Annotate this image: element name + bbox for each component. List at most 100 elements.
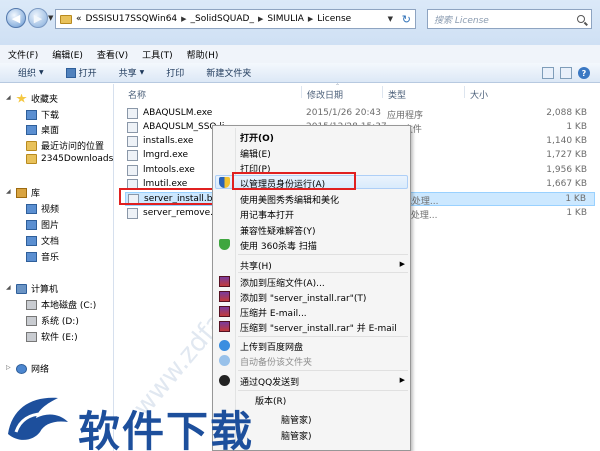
file-name: lmgrd.exe bbox=[143, 150, 189, 160]
drive-icon bbox=[26, 315, 37, 326]
nav-drive-d[interactable]: 系统 (D:) bbox=[26, 314, 79, 327]
nav-network[interactable]: 网络 bbox=[16, 362, 49, 375]
network-icon bbox=[16, 363, 27, 374]
submenu-arrow-icon: ▶ bbox=[399, 376, 405, 384]
address-bar[interactable]: « DSSISU17SSQWin64 ▶ _SolidSQUAD_ ▶ SIMU… bbox=[55, 9, 416, 29]
menu-housekeeper-2[interactable]: 脑管家) bbox=[281, 429, 312, 442]
expand-arrow-icon[interactable]: ◢ bbox=[6, 188, 11, 195]
nav-label: 库 bbox=[31, 189, 41, 199]
breadcrumb-item[interactable]: License bbox=[317, 14, 351, 24]
column-separator[interactable] bbox=[382, 86, 383, 98]
menu-upload-baidu[interactable]: 上传到百度网盘 bbox=[240, 340, 303, 353]
menu-edit[interactable]: 编辑(E) bbox=[240, 147, 271, 160]
help-icon[interactable]: ? bbox=[578, 67, 590, 79]
file-row[interactable]: ABAQUSLM.exe 2015/1/26 20:43 应用程序 2,088 … bbox=[125, 107, 595, 121]
open-button[interactable]: 打开 bbox=[65, 66, 97, 79]
music-library-icon bbox=[26, 251, 37, 262]
menu-tools[interactable]: 工具(T) bbox=[142, 48, 173, 61]
nav-videos[interactable]: 视频 bbox=[26, 202, 59, 215]
nav-recent[interactable]: 最近访问的位置 bbox=[26, 139, 104, 152]
menu-open[interactable]: 打开(O) bbox=[240, 131, 274, 144]
expand-arrow-icon[interactable]: ▷ bbox=[6, 364, 11, 371]
menu-auto-backup[interactable]: 自动备份该文件夹 bbox=[240, 355, 312, 368]
menu-qq-send[interactable]: 通过QQ发送到 bbox=[240, 375, 299, 388]
nav-label: 软件 (E:) bbox=[41, 333, 78, 343]
history-dropdown-icon[interactable]: ▼ bbox=[48, 14, 53, 22]
menu-separator bbox=[238, 254, 408, 255]
menu-edit[interactable]: 编辑(E) bbox=[52, 48, 83, 61]
nav-2345downloads[interactable]: 2345Downloads bbox=[26, 154, 113, 164]
nav-drive-e[interactable]: 软件 (E:) bbox=[26, 330, 78, 343]
nav-drive-c[interactable]: 本地磁盘 (C:) bbox=[26, 298, 96, 311]
nav-label: 最近访问的位置 bbox=[41, 142, 105, 152]
file-size: 1,667 KB bbox=[546, 179, 587, 189]
menu-bar: 文件(F) 编辑(E) 查看(V) 工具(T) 帮助(H) bbox=[0, 45, 600, 63]
search-input[interactable]: 搜索 License bbox=[427, 9, 592, 29]
menu-add-archive[interactable]: 添加到压缩文件(A)... bbox=[240, 276, 325, 289]
caret-down-icon: ▼ bbox=[139, 69, 145, 76]
view-options-icon[interactable] bbox=[542, 67, 554, 79]
column-separator[interactable] bbox=[301, 86, 302, 98]
picture-library-icon bbox=[26, 219, 37, 230]
nav-label: 系统 (D:) bbox=[41, 317, 79, 327]
download-folder-icon bbox=[26, 109, 37, 120]
menu-share[interactable]: 共享(H) bbox=[240, 259, 272, 272]
recent-places-icon bbox=[26, 140, 37, 151]
menu-scan-360[interactable]: 使用 360杀毒 扫描 bbox=[240, 239, 317, 252]
nav-computer[interactable]: 计算机 bbox=[16, 282, 58, 295]
menu-notepad[interactable]: 用记事本打开 bbox=[240, 208, 294, 221]
menu-meitu[interactable]: 使用美图秀秀编辑和美化 bbox=[240, 193, 339, 206]
address-dropdown-icon[interactable]: ▼ bbox=[388, 15, 393, 23]
file-size: 1,956 KB bbox=[546, 165, 587, 175]
nav-documents[interactable]: 文档 bbox=[26, 234, 59, 247]
share-button[interactable]: 共享 ▼ bbox=[119, 66, 145, 79]
breadcrumb-item[interactable]: DSSISU17SSQWin64 bbox=[86, 14, 178, 24]
open-label: 打开 bbox=[78, 69, 97, 79]
refresh-icon[interactable]: ↻ bbox=[402, 13, 411, 26]
nav-label: 下载 bbox=[41, 111, 60, 121]
menu-compress-email[interactable]: 压缩并 E-mail... bbox=[240, 306, 307, 319]
column-header-name[interactable]: 名称 bbox=[128, 88, 146, 101]
column-separator[interactable] bbox=[464, 86, 465, 98]
nav-music[interactable]: 音乐 bbox=[26, 250, 59, 263]
column-header-size[interactable]: 大小 bbox=[470, 88, 488, 101]
nav-pictures[interactable]: 图片 bbox=[26, 218, 59, 231]
nav-label: 计算机 bbox=[31, 285, 59, 295]
organize-button[interactable]: 组织 ▼ bbox=[18, 66, 44, 79]
menu-file[interactable]: 文件(F) bbox=[8, 48, 38, 61]
star-icon bbox=[16, 93, 27, 103]
nav-favorites[interactable]: 收藏夹 bbox=[16, 92, 58, 105]
menu-version[interactable]: 版本(R) bbox=[255, 394, 286, 407]
nav-downloads[interactable]: 下载 bbox=[26, 108, 59, 121]
menu-help[interactable]: 帮助(H) bbox=[187, 48, 219, 61]
preview-pane-icon[interactable] bbox=[560, 67, 572, 79]
back-button[interactable]: ◀ bbox=[6, 8, 26, 28]
menu-housekeeper-1[interactable]: 脑管家) bbox=[281, 413, 312, 426]
print-button[interactable]: 打印 bbox=[166, 66, 184, 79]
nav-desktop[interactable]: 桌面 bbox=[26, 123, 59, 136]
column-header-type[interactable]: 类型 bbox=[388, 88, 406, 101]
nav-libraries[interactable]: 库 bbox=[16, 186, 40, 199]
menu-compat[interactable]: 兼容性疑难解答(Y) bbox=[240, 224, 316, 237]
menu-compress-rar-email[interactable]: 压缩到 "server_install.rar" 并 E-mail bbox=[240, 321, 397, 334]
breadcrumb-item[interactable]: _SolidSQUAD_ bbox=[191, 14, 254, 24]
chevron-right-icon[interactable]: ▶ bbox=[258, 15, 263, 23]
new-folder-button[interactable]: 新建文件夹 bbox=[206, 66, 251, 79]
menu-view[interactable]: 查看(V) bbox=[97, 48, 128, 61]
breadcrumb-prefix[interactable]: « bbox=[76, 14, 82, 24]
drive-icon bbox=[26, 299, 37, 310]
breadcrumb-item[interactable]: SIMULIA bbox=[267, 14, 304, 24]
expand-arrow-icon[interactable]: ◢ bbox=[6, 94, 11, 101]
exe-file-icon bbox=[127, 136, 138, 147]
menu-add-rar[interactable]: 添加到 "server_install.rar"(T) bbox=[240, 291, 366, 304]
chevron-right-icon[interactable]: ▶ bbox=[181, 15, 186, 23]
nav-label: 音乐 bbox=[41, 253, 60, 263]
organize-label: 组织 bbox=[18, 69, 37, 79]
file-name: installs.exe bbox=[143, 136, 194, 146]
search-placeholder: 搜索 License bbox=[434, 15, 489, 26]
expand-arrow-icon[interactable]: ◢ bbox=[6, 284, 11, 291]
forward-button[interactable]: ▶ bbox=[28, 8, 48, 28]
back-arrow-icon: ◀ bbox=[11, 11, 21, 25]
chevron-right-icon[interactable]: ▶ bbox=[308, 15, 313, 23]
watermark-dragon-logo bbox=[8, 397, 68, 440]
